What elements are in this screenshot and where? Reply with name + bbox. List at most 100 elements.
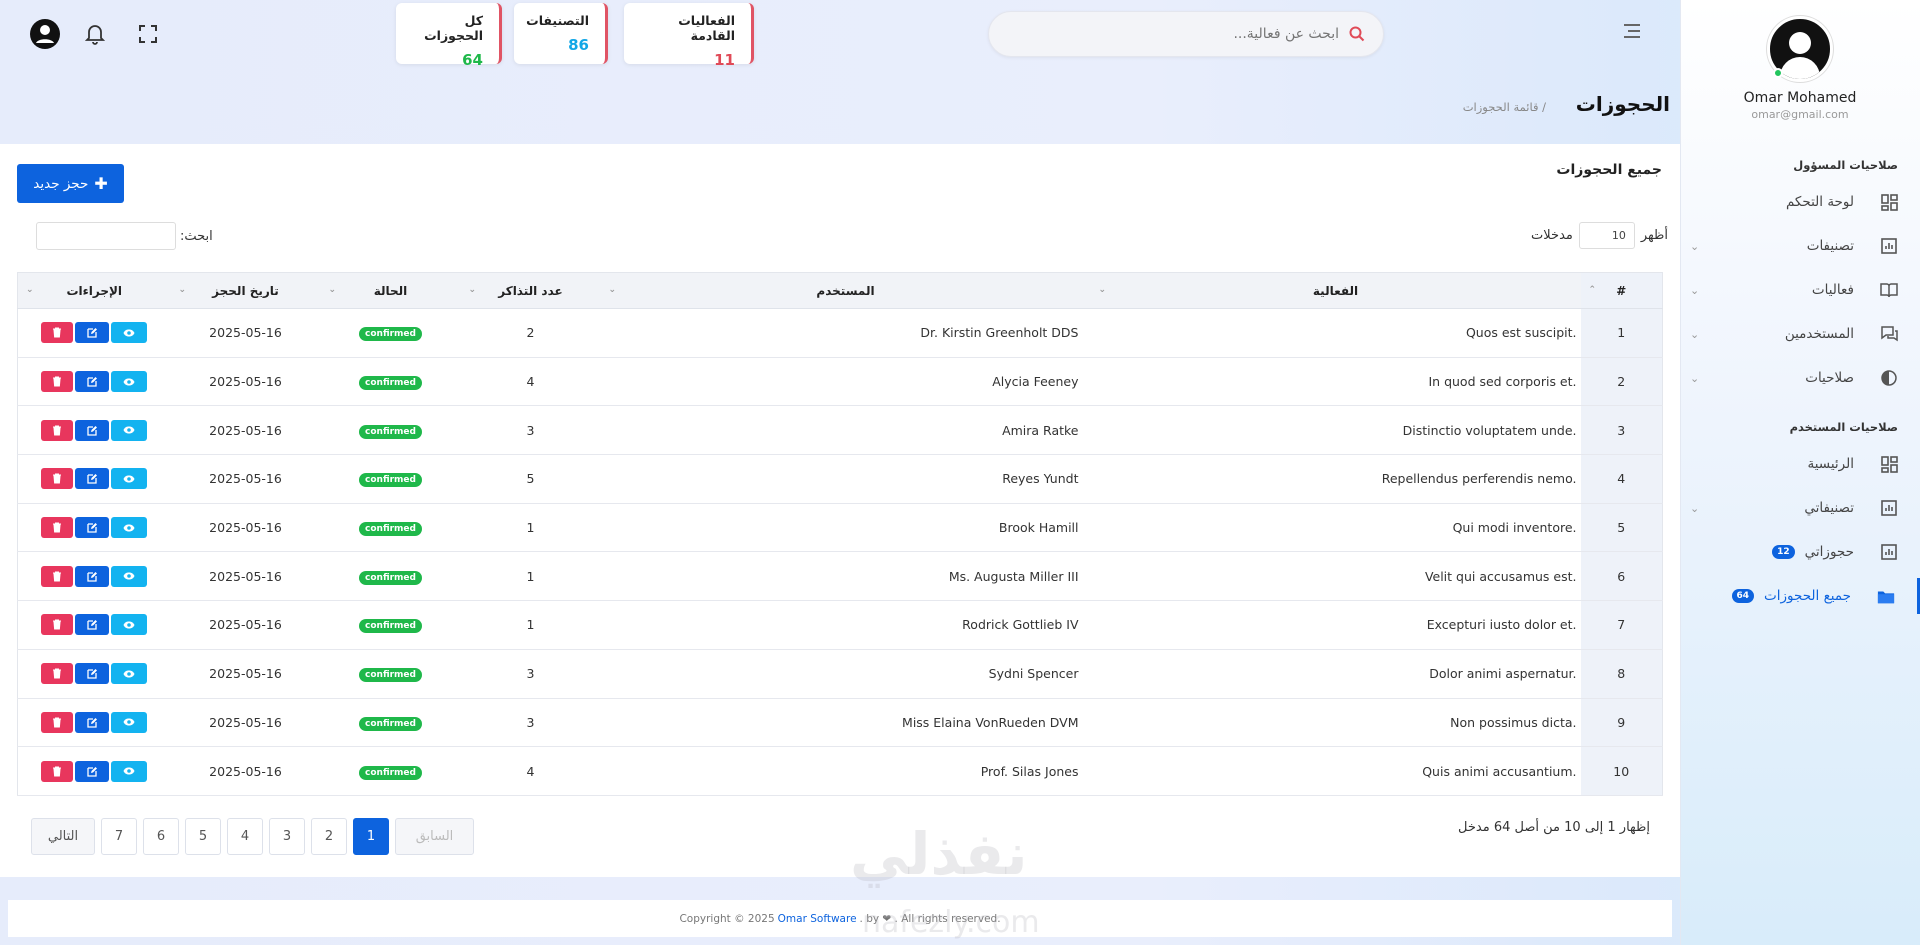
row-actions — [18, 663, 171, 685]
plus-icon: ✚ — [94, 174, 108, 193]
sort-icon: ⌄ — [328, 285, 337, 295]
table-row[interactable]: 2 In quod sed corporis et. Alycia Feeney… — [17, 357, 1663, 407]
delete-button[interactable] — [41, 663, 74, 685]
table-row[interactable]: 4 Repellendus perferendis nemo. Reyes Yu… — [17, 454, 1663, 504]
edit-button[interactable] — [75, 711, 110, 733]
show-label: أظهر — [1640, 228, 1668, 243]
view-button[interactable] — [111, 517, 148, 539]
view-button[interactable] — [111, 711, 148, 733]
row-number: 8 — [1580, 649, 1663, 699]
pagination-page[interactable]: 5 — [185, 818, 221, 855]
sidebar-item-categories[interactable]: تصنيفات ⌄ — [1680, 228, 1920, 264]
delete-button[interactable] — [41, 565, 74, 587]
bell-icon[interactable] — [79, 18, 111, 50]
sidebar-item-all-bookings[interactable]: جميع الحجوزات 64 — [1680, 578, 1920, 614]
edit-icon — [87, 766, 97, 777]
delete-button[interactable] — [41, 711, 74, 733]
delete-button[interactable] — [41, 614, 74, 636]
fullscreen-icon[interactable] — [132, 18, 164, 50]
view-button[interactable] — [111, 371, 148, 393]
stat-categories[interactable]: التصنيفات 86 — [514, 3, 608, 64]
sidebar-item-my-categories[interactable]: تصنيفاتي ⌄ — [1680, 490, 1920, 526]
avatar[interactable] — [1767, 16, 1833, 82]
row-event: Qui modi inventore. — [1090, 503, 1581, 553]
sidebar-item-my-bookings[interactable]: حجوزاتي 12 — [1680, 534, 1920, 570]
delete-button[interactable] — [41, 468, 74, 490]
pagination-page[interactable]: 6 — [143, 818, 179, 855]
table-row[interactable]: 10 Quis animi accusantium. Prof. Silas J… — [17, 746, 1663, 796]
delete-button[interactable] — [41, 517, 74, 539]
view-button[interactable] — [111, 565, 148, 587]
edit-icon — [87, 377, 97, 387]
column-header-date[interactable]: تاريخ الحجز ⌄ — [170, 272, 321, 309]
page-length-select[interactable]: 10 — [1578, 222, 1635, 249]
column-header-tickets[interactable]: عدد التذاكر ⌄ — [460, 272, 601, 309]
sidebar-item-events[interactable]: فعاليات ⌄ — [1680, 272, 1920, 308]
column-header-event[interactable]: الفعالية ⌄ — [1090, 272, 1581, 309]
delete-button[interactable] — [41, 760, 74, 782]
delete-button[interactable] — [41, 322, 74, 344]
sidebar-item-users[interactable]: المستخدمين ⌄ — [1680, 316, 1920, 352]
delete-button[interactable] — [41, 371, 74, 393]
column-header-number[interactable]: # ⌃ — [1580, 272, 1663, 309]
pagination-page[interactable]: 7 — [101, 818, 137, 855]
view-button[interactable] — [111, 760, 148, 782]
sidebar-item-dashboard[interactable]: لوحة التحكم — [1680, 184, 1920, 220]
view-button[interactable] — [111, 322, 148, 344]
view-button[interactable] — [111, 614, 148, 636]
pagination-next[interactable]: التالي — [31, 818, 95, 855]
sidebar-item-home[interactable]: الرئيسية — [1680, 446, 1920, 482]
row-tickets: 1 — [460, 600, 601, 650]
pagination-page[interactable]: 1 — [353, 818, 389, 855]
new-booking-button[interactable]: ✚ حجز جديد — [17, 164, 124, 203]
edit-button[interactable] — [75, 663, 110, 685]
table-search-input[interactable] — [36, 222, 176, 250]
column-header-status[interactable]: الحالة ⌄ — [320, 272, 461, 309]
pagination-page[interactable]: 4 — [227, 818, 263, 855]
table-row[interactable]: 7 Excepturi iusto dolor et. Rodrick Gott… — [17, 600, 1663, 650]
stat-all-bookings[interactable]: كل الحجوزات 64 — [396, 3, 502, 69]
edit-button[interactable] — [75, 371, 110, 393]
pagination-page[interactable]: 3 — [269, 818, 305, 855]
pagination-page[interactable]: 2 — [311, 818, 347, 855]
edit-button[interactable] — [75, 322, 110, 344]
table-row[interactable]: 9 Non possimus dicta. Miss Elaina VonRue… — [17, 698, 1663, 748]
table-row[interactable]: 1 Quos est suscipit. Dr. Kirstin Greenho… — [17, 308, 1663, 358]
table-row[interactable]: 8 Dolor animi aspernatur. Sydni Spencer … — [17, 649, 1663, 699]
sidebar-item-permissions[interactable]: صلاحيات ⌄ — [1680, 360, 1920, 396]
event-search-input[interactable] — [1019, 26, 1339, 42]
table-row[interactable]: 6 Velit qui accusamus est. Ms. Augusta M… — [17, 551, 1663, 602]
row-tickets: 4 — [460, 357, 601, 407]
account-icon[interactable] — [29, 18, 61, 50]
menu-toggle-icon[interactable] — [1624, 24, 1640, 38]
row-event: Excepturi iusto dolor et. — [1090, 600, 1581, 650]
table-row[interactable]: 3 Distinctio voluptatem unde. Amira Ratk… — [17, 405, 1663, 456]
edit-button[interactable] — [75, 565, 110, 587]
column-header-user[interactable]: المستخدم ⌄ — [600, 272, 1091, 309]
column-header-actions[interactable]: الإجراءات ⌄ — [17, 272, 171, 309]
edit-button[interactable] — [75, 468, 110, 490]
footer-brand-link[interactable]: Omar Software — [778, 913, 857, 925]
delete-button[interactable] — [41, 419, 74, 441]
sort-icon: ⌄ — [178, 285, 187, 295]
view-button[interactable] — [111, 419, 148, 441]
stat-upcoming-events[interactable]: الفعاليات القادمة 11 — [624, 3, 754, 69]
breadcrumb[interactable]: / قائمة الحجوزات — [1463, 100, 1546, 114]
view-button[interactable] — [111, 663, 148, 685]
trash-icon — [53, 473, 62, 484]
folder-icon — [1877, 587, 1895, 605]
edit-button[interactable] — [75, 760, 110, 782]
edit-button[interactable] — [75, 419, 110, 441]
table-row[interactable]: 5 Qui modi inventore. Brook Hamill 1 con… — [17, 503, 1663, 553]
edit-icon — [87, 620, 97, 631]
edit-button[interactable] — [75, 614, 110, 636]
sidebar-item-label: الرئيسية — [1807, 456, 1855, 472]
edit-button[interactable] — [75, 517, 110, 539]
bookings-card: جميع الحجوزات ✚ حجز جديد أظهر 10 مدخلات … — [0, 144, 1680, 877]
chevron-down-icon: ⌄ — [1690, 327, 1700, 341]
footer: Copyright © 2025 Omar Software . by ❤ . … — [8, 900, 1672, 937]
view-button[interactable] — [111, 468, 148, 490]
pagination-prev[interactable]: السابق — [395, 818, 474, 855]
row-date: 2025-05-16 — [170, 308, 321, 358]
status-badge: confirmed — [359, 765, 422, 780]
